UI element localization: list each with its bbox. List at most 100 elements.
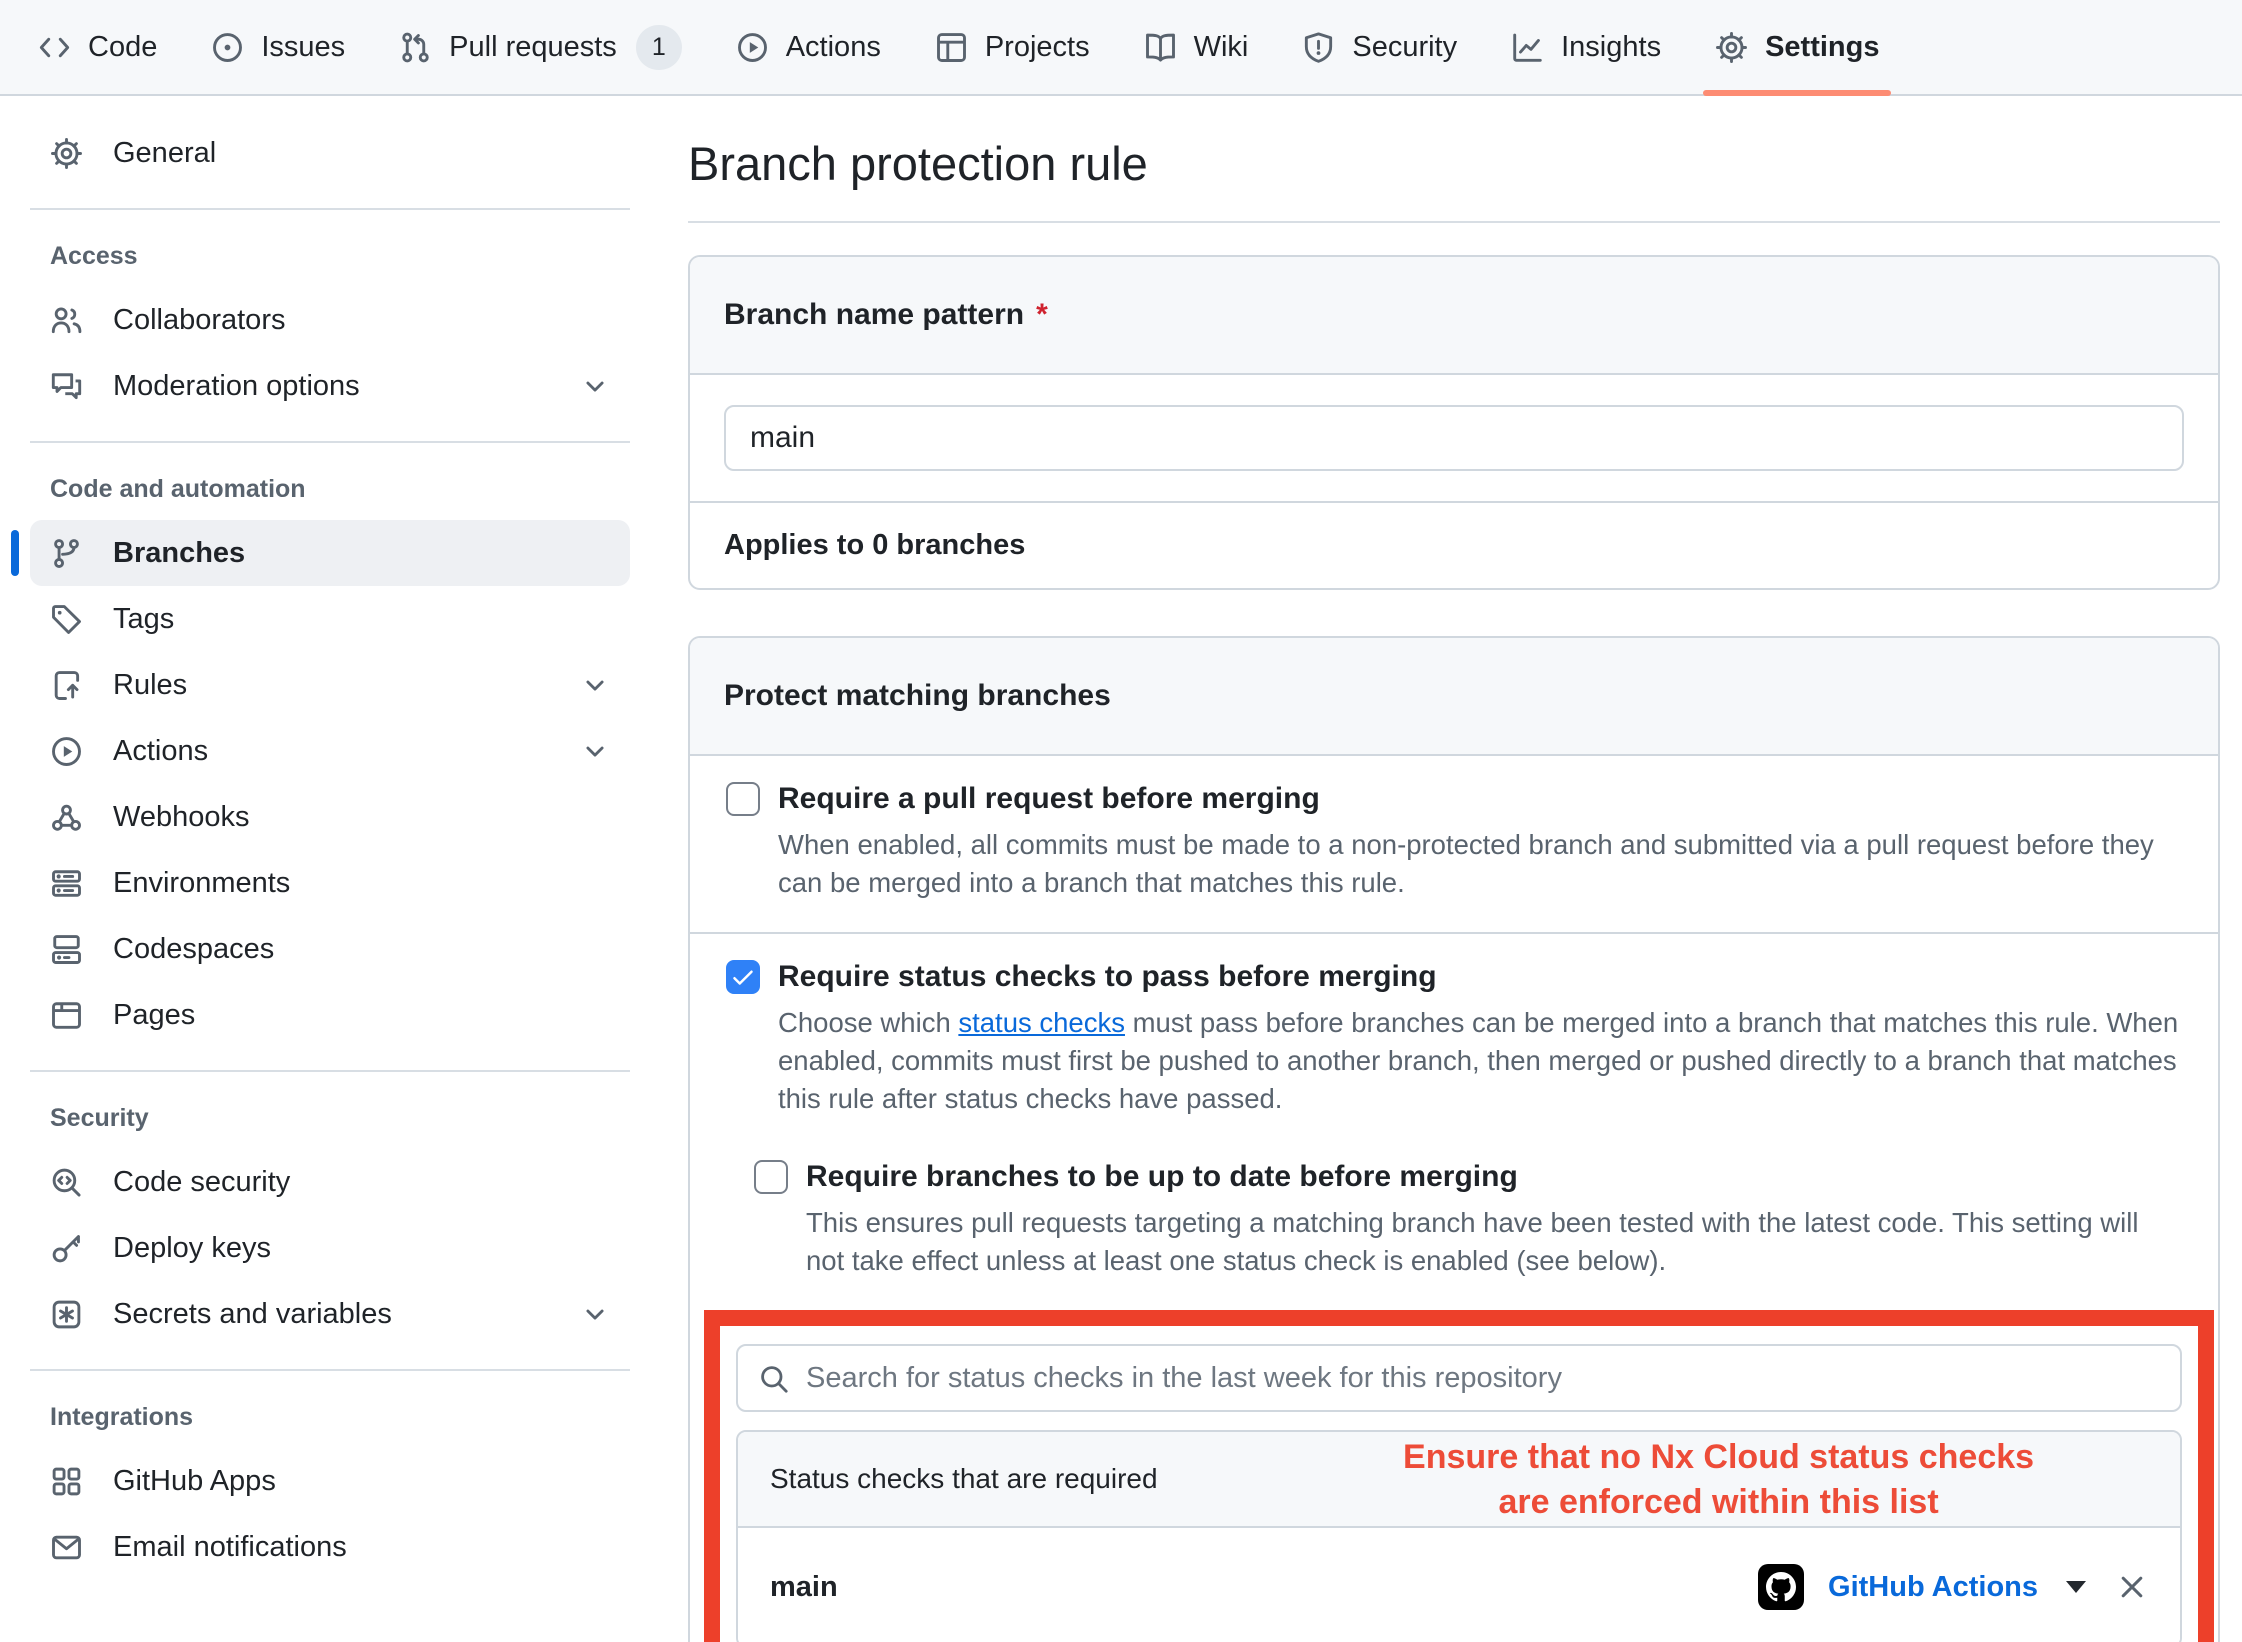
tab-pull-requests[interactable]: Pull requests 1: [377, 0, 704, 94]
gear-icon: [1715, 31, 1748, 64]
status-check-search-input[interactable]: [736, 1344, 2182, 1412]
github-actions-link[interactable]: GitHub Actions: [1828, 1571, 2038, 1604]
sidebar-section-integrations: Integrations: [30, 1393, 630, 1448]
chevron-down-icon[interactable]: [580, 670, 610, 700]
status-check-search: [736, 1344, 2182, 1412]
caret-down-icon[interactable]: [2066, 1581, 2086, 1593]
annotation-note: Ensure that no Nx Cloud status checks ar…: [1286, 1435, 2151, 1525]
branch-protection-rule-page: Branch protection rule Branch name patte…: [688, 96, 2220, 1642]
play-icon: [50, 735, 83, 768]
settings-sidebar: General Access Collaborators Moderation …: [0, 96, 660, 1642]
require-pull-request-checkbox[interactable]: [726, 782, 760, 816]
sidebar-item-webhooks[interactable]: Webhooks: [30, 784, 630, 850]
tab-wiki[interactable]: Wiki: [1122, 0, 1271, 94]
option-description: When enabled, all commits must be made t…: [778, 826, 2182, 902]
issue-opened-icon: [211, 31, 244, 64]
sidebar-divider: [30, 1070, 630, 1072]
require-status-checks-checkbox[interactable]: [726, 960, 760, 994]
branch-name-pattern-card: Branch name pattern * Applies to 0 branc…: [688, 255, 2220, 590]
tab-insights[interactable]: Insights: [1489, 0, 1683, 94]
tab-projects[interactable]: Projects: [913, 0, 1112, 94]
server-icon: [50, 867, 83, 900]
table-icon: [935, 31, 968, 64]
option-label: Require a pull request before merging: [778, 782, 1320, 816]
sidebar-item-actions[interactable]: Actions: [30, 718, 630, 784]
require-pull-request-option: Require a pull request before merging Wh…: [690, 756, 2218, 934]
shield-icon: [1302, 31, 1335, 64]
status-check-name: main: [770, 1571, 838, 1604]
tag-icon: [50, 603, 83, 636]
required-asterisk: *: [1036, 298, 1048, 332]
key-icon: [50, 1232, 83, 1265]
option-description: Choose which status checks must pass bef…: [778, 1004, 2182, 1118]
sidebar-item-rules[interactable]: Rules: [30, 652, 630, 718]
sidebar-item-tags[interactable]: Tags: [30, 586, 630, 652]
sidebar-item-branches[interactable]: Branches: [30, 520, 630, 586]
rules-icon: [50, 669, 83, 702]
tab-security[interactable]: Security: [1280, 0, 1479, 94]
sidebar-item-general[interactable]: General: [30, 120, 630, 186]
require-status-checks-option: Require status checks to pass before mer…: [690, 934, 2218, 1642]
branch-name-pattern-input[interactable]: [724, 405, 2184, 471]
github-logo: [1758, 1564, 1804, 1610]
gear-icon: [50, 137, 83, 170]
codespaces-icon: [50, 933, 83, 966]
people-icon: [50, 304, 83, 337]
code-icon: [38, 31, 71, 64]
search-icon: [758, 1363, 790, 1395]
protect-matching-branches-card: Protect matching branches Require a pull…: [688, 636, 2220, 1642]
sidebar-item-collaborators[interactable]: Collaborators: [30, 287, 630, 353]
tab-actions[interactable]: Actions: [714, 0, 903, 94]
tab-settings[interactable]: Settings: [1693, 0, 1901, 94]
graph-icon: [1511, 31, 1544, 64]
sidebar-item-moderation-options[interactable]: Moderation options: [30, 353, 630, 419]
sidebar-item-secrets-and-variables[interactable]: Secrets and variables: [30, 1281, 630, 1347]
play-icon: [736, 31, 769, 64]
git-branch-icon: [50, 537, 83, 570]
branch-name-pattern-header: Branch name pattern *: [690, 257, 2218, 375]
title-divider: [688, 221, 2220, 223]
required-status-checks-box: Status checks that are required Ensure t…: [736, 1430, 2182, 1642]
protect-matching-branches-header: Protect matching branches: [690, 638, 2218, 756]
sidebar-divider: [30, 208, 630, 210]
require-up-to-date-checkbox[interactable]: [754, 1160, 788, 1194]
tab-issues[interactable]: Issues: [189, 0, 367, 94]
tab-code[interactable]: Code: [16, 0, 179, 94]
sidebar-item-github-apps[interactable]: GitHub Apps: [30, 1448, 630, 1514]
chevron-down-icon[interactable]: [580, 371, 610, 401]
sidebar-item-deploy-keys[interactable]: Deploy keys: [30, 1215, 630, 1281]
sidebar-section-code-automation: Code and automation: [30, 465, 630, 520]
require-up-to-date-option: Require branches to be up to date before…: [754, 1160, 2182, 1280]
sidebar-section-access: Access: [30, 232, 630, 287]
sidebar-divider: [30, 1369, 630, 1371]
status-check-row: main GitHub Actions: [738, 1528, 2180, 1642]
option-label: Require branches to be up to date before…: [806, 1160, 1518, 1194]
option-label: Require status checks to pass before mer…: [778, 960, 1437, 994]
mail-icon: [50, 1531, 83, 1564]
chevron-down-icon[interactable]: [580, 1299, 610, 1329]
option-description: This ensures pull requests targeting a m…: [806, 1204, 2182, 1280]
sidebar-item-codespaces[interactable]: Codespaces: [30, 916, 630, 982]
page-title: Branch protection rule: [688, 136, 2220, 191]
sidebar-divider: [30, 441, 630, 443]
applies-to-branches-text: Applies to 0 branches: [690, 501, 2218, 588]
comment-discussion-icon: [50, 370, 83, 403]
pull-requests-count-badge: 1: [636, 25, 682, 70]
browser-icon: [50, 999, 83, 1032]
code-scan-icon: [50, 1166, 83, 1199]
book-icon: [1144, 31, 1177, 64]
sidebar-item-environments[interactable]: Environments: [30, 850, 630, 916]
branch-name-pattern-row: [690, 375, 2218, 501]
status-checks-link[interactable]: status checks: [958, 1007, 1125, 1038]
asterisk-box-icon: [50, 1298, 83, 1331]
apps-grid-icon: [50, 1465, 83, 1498]
sidebar-item-email-notifications[interactable]: Email notifications: [30, 1514, 630, 1580]
sidebar-item-code-security[interactable]: Code security: [30, 1149, 630, 1215]
annotation-highlight-box: Status checks that are required Ensure t…: [704, 1310, 2214, 1642]
sidebar-section-security: Security: [30, 1094, 630, 1149]
repo-tab-bar: Code Issues Pull requests 1 Actions Proj…: [0, 0, 2242, 96]
sidebar-item-pages[interactable]: Pages: [30, 982, 630, 1048]
chevron-down-icon[interactable]: [580, 736, 610, 766]
remove-status-check-button[interactable]: [2116, 1571, 2148, 1603]
webhook-icon: [50, 801, 83, 834]
